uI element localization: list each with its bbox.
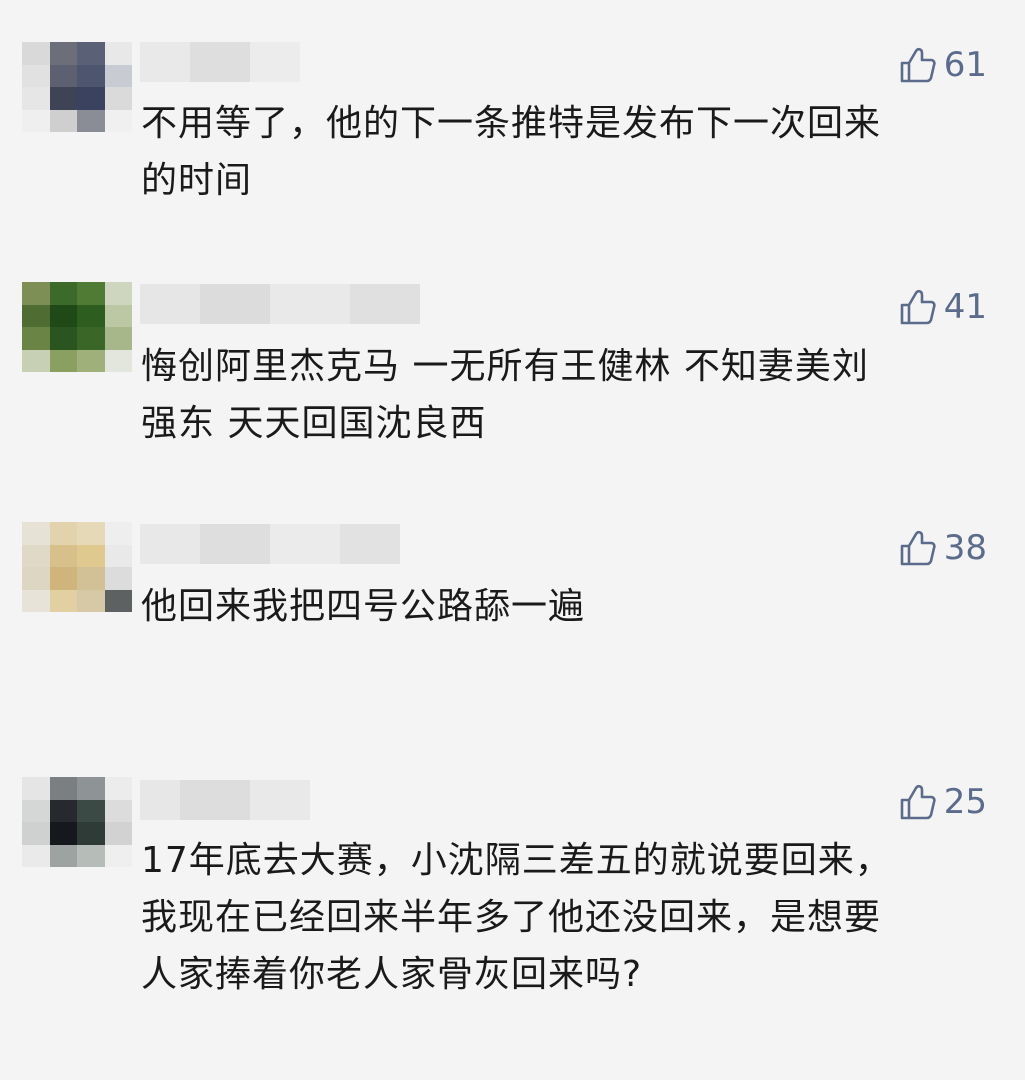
- like-count: 61: [943, 45, 987, 85]
- comment-text: 悔创阿里杰克马 一无所有王健林 不知妻美刘 强东 天天回国沈良西: [141, 346, 869, 444]
- like-button[interactable]: 41: [898, 287, 987, 327]
- like-count: 41: [943, 287, 987, 327]
- like-button[interactable]: 61: [898, 45, 987, 85]
- avatar[interactable]: [22, 522, 132, 612]
- comment-text: 他回来我把四号公路舔一遍: [141, 586, 586, 627]
- like-button[interactable]: 38: [898, 528, 987, 568]
- thumbs-up-icon: [900, 47, 936, 83]
- like-count: 38: [943, 528, 987, 568]
- username-blurred[interactable]: [140, 284, 420, 324]
- avatar[interactable]: [22, 282, 132, 372]
- thumbs-up-icon: [900, 530, 936, 566]
- like-button[interactable]: 25: [898, 782, 987, 822]
- comment-text: 17年底去大赛，小沈隔三差五的就说要回来， 我现在已经回来半年多了他还没回来，是…: [141, 840, 892, 995]
- avatar[interactable]: [22, 42, 132, 132]
- thumbs-up-icon: [900, 289, 936, 325]
- thumbs-up-icon: [900, 784, 936, 820]
- username-blurred[interactable]: [140, 42, 300, 82]
- username-blurred[interactable]: [140, 780, 310, 820]
- avatar[interactable]: [22, 777, 132, 867]
- like-count: 25: [943, 782, 987, 822]
- comment-text: 不用等了，他的下一条推特是发布下一次回来 的时间: [141, 103, 882, 201]
- username-blurred[interactable]: [140, 524, 400, 564]
